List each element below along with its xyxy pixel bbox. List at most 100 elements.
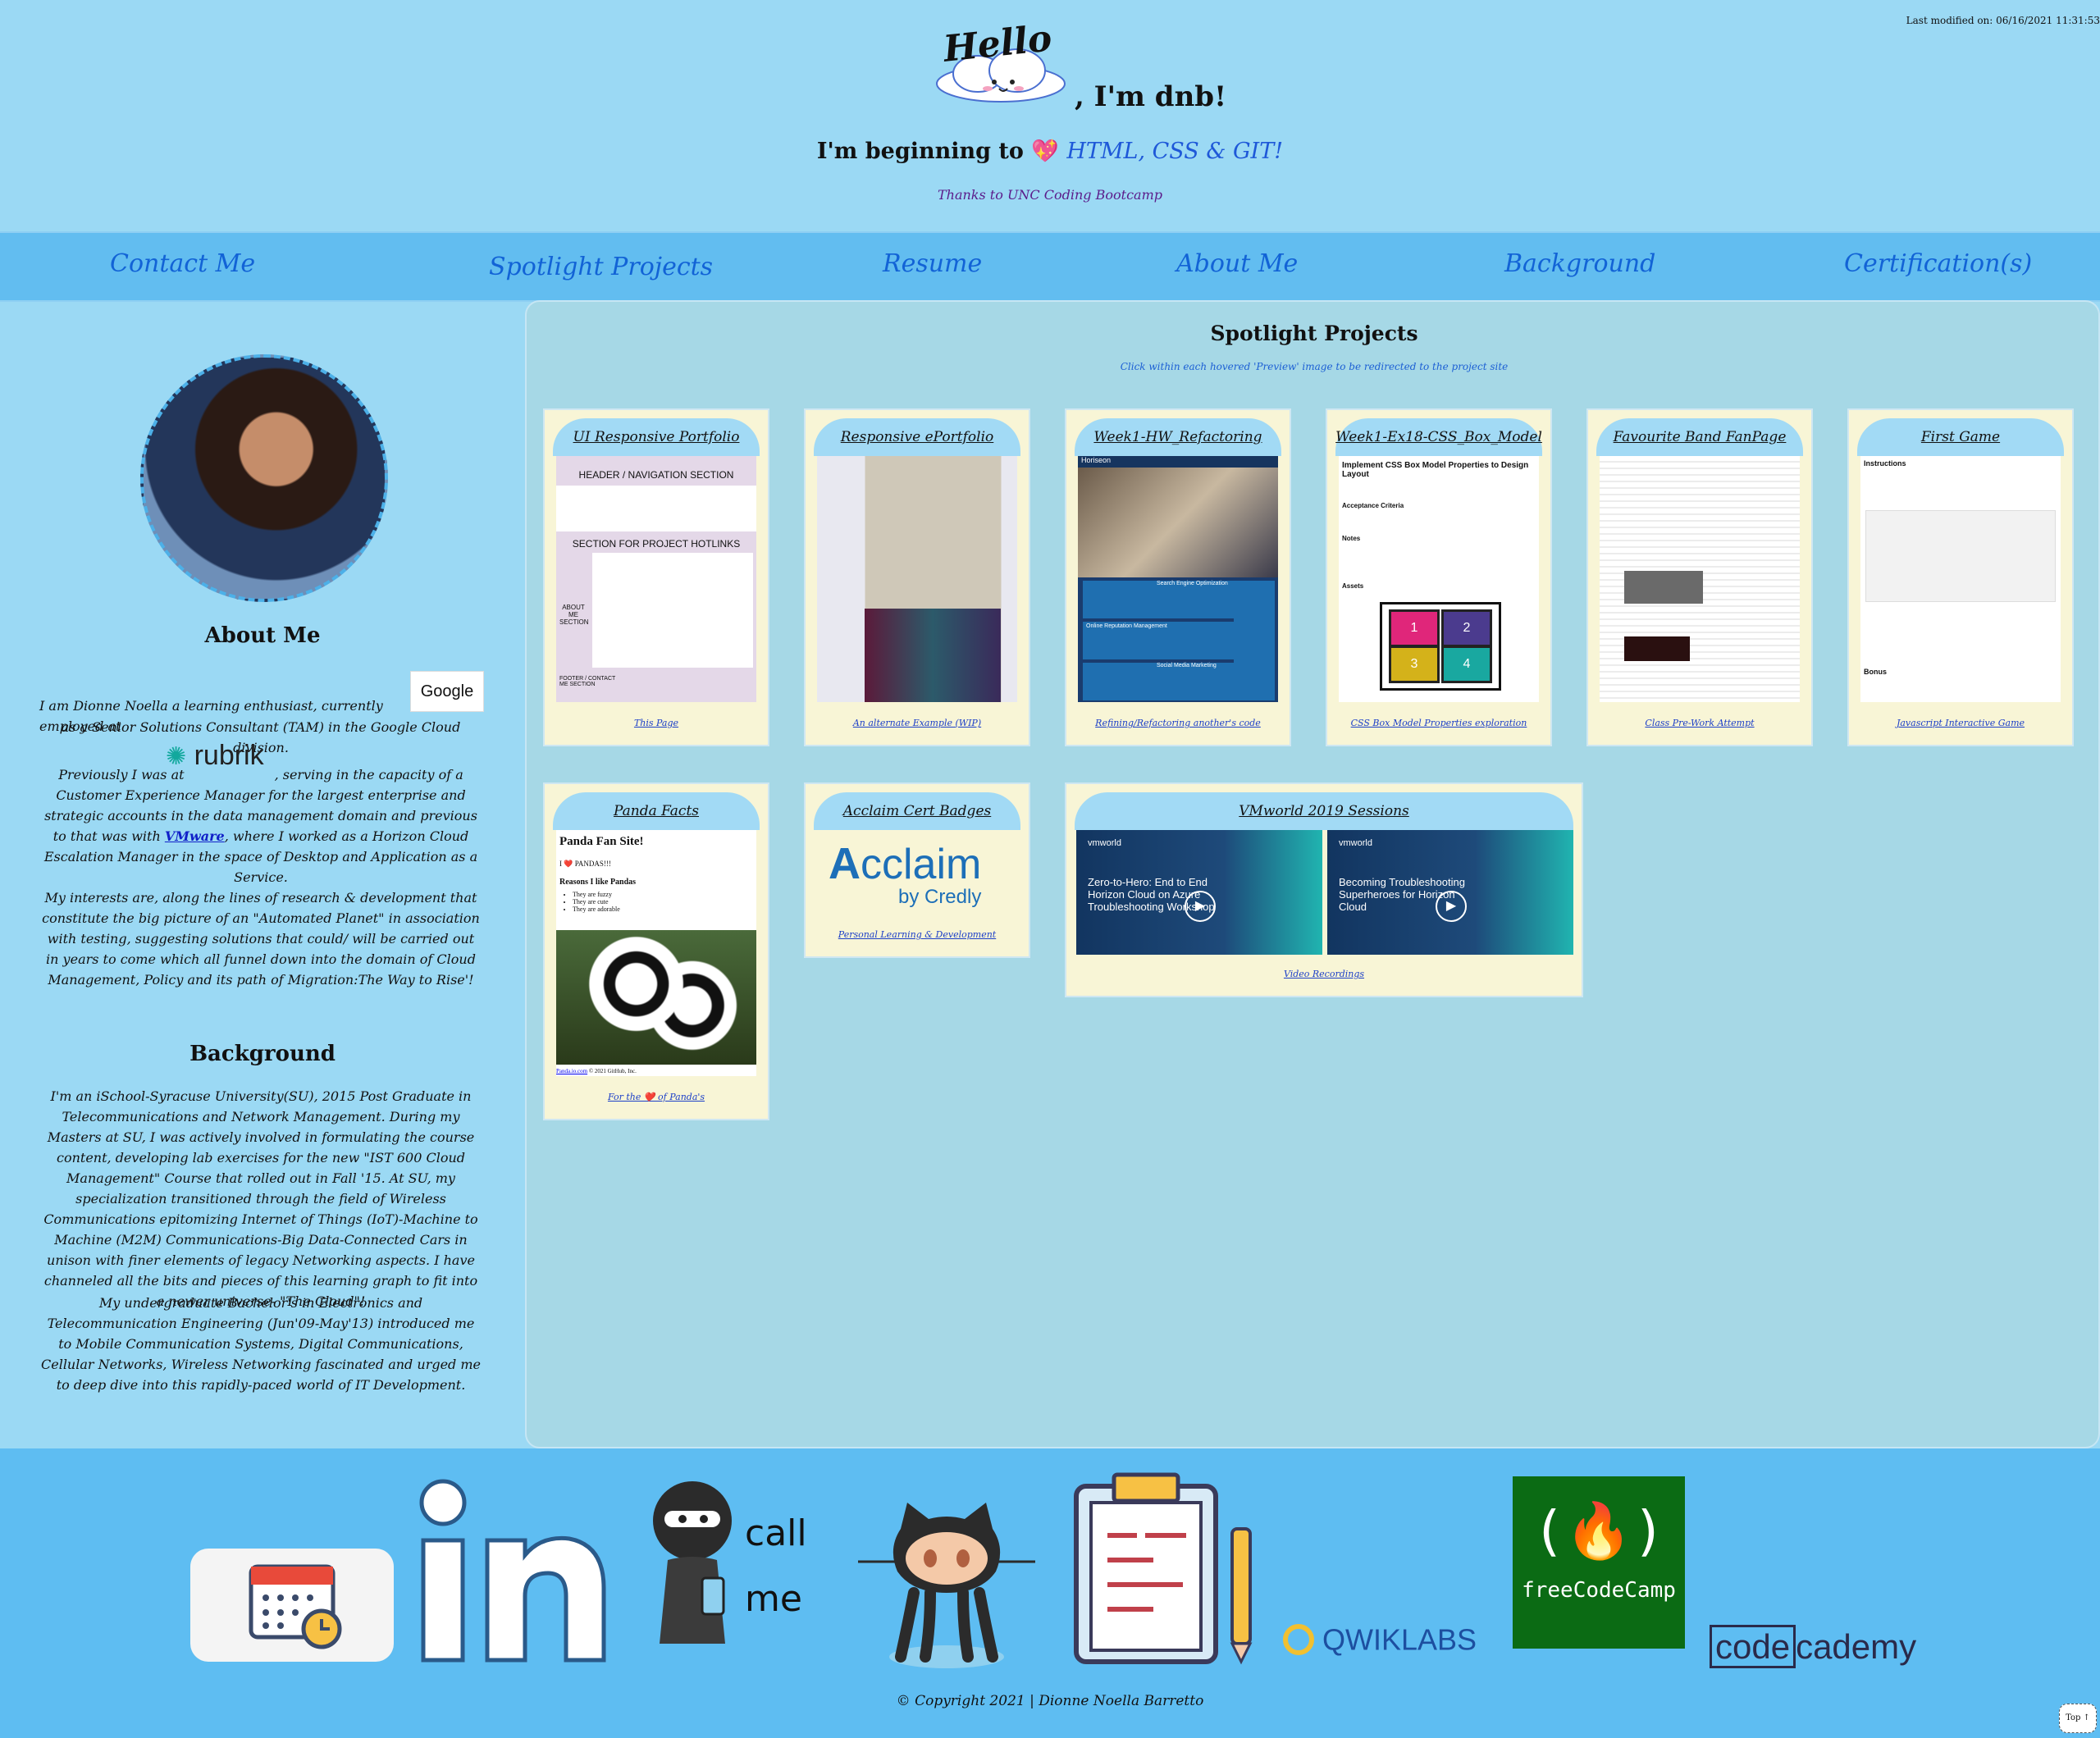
tagline: I'm beginning to 💖 HTML, CSS & GIT!: [0, 138, 2100, 164]
nav-certifications[interactable]: Certification(s): [1844, 249, 2032, 278]
acclaim-logo[interactable]: Acclaim by Credly: [829, 838, 982, 908]
project-card-title[interactable]: Week1-Ex18-CSS_Box_Model: [1335, 418, 1542, 456]
freecodecamp-logo[interactable]: (🔥) freeCodeCamp: [1513, 1476, 1685, 1649]
play-icon[interactable]: ▶: [1436, 891, 1467, 922]
nav-resume[interactable]: Resume: [883, 249, 982, 278]
github-octocat-icon[interactable]: [850, 1496, 1043, 1670]
project-card-title[interactable]: VMworld 2019 Sessions: [1075, 792, 1573, 830]
project-card-link[interactable]: CSS Box Model Properties exploration: [1327, 718, 1550, 728]
wireframe-about-label: ABOUT ME SECTION: [559, 604, 589, 626]
horiseon-label: Horiseon: [1078, 456, 1278, 468]
codecademy-logo[interactable]: code cademy: [1710, 1625, 1916, 1668]
background-paragraph-2: My undergraduate Bachelor's in Electroni…: [40, 1295, 482, 1393]
project-card-title[interactable]: UI Responsive Portfolio: [553, 418, 760, 456]
project-card-link[interactable]: Personal Learning & Development: [806, 929, 1029, 940]
panda-footer-link[interactable]: Panda.io.com: [556, 1068, 587, 1074]
video-preview-1[interactable]: vmworld Zero-to-Hero: End to End Horizon…: [1076, 830, 1322, 955]
project-card[interactable]: Panda Facts Panda Fan Site! I ❤️ PANDAS!…: [543, 782, 769, 1120]
project-preview[interactable]: [1600, 456, 1800, 702]
call-me-ninja-icon[interactable]: call me: [635, 1463, 829, 1668]
list-item: They are fuzzy: [573, 891, 620, 898]
panda-reasons-heading: Reasons I like Pandas: [559, 878, 637, 887]
project-card[interactable]: Favourite Band FanPage Class Pre-Work At…: [1586, 408, 1813, 746]
codecademy-text-a: code: [1710, 1625, 1796, 1668]
tagline-start: I'm beginning to: [816, 139, 1024, 164]
project-card-link[interactable]: Refining/Refactoring another's code: [1066, 718, 1290, 728]
calendar-icon[interactable]: [190, 1549, 394, 1662]
box-2: 2: [1441, 609, 1492, 647]
smm-block: Social Media Marketing: [1083, 663, 1237, 700]
project-card-title[interactable]: Week1-HW_Refactoring Code: [1075, 418, 1281, 483]
project-card[interactable]: Week1-HW_Refactoring Code Horiseon Searc…: [1065, 408, 1291, 746]
sidebar: About Me Google I am Dionne Noella a lea…: [0, 300, 525, 1448]
orm-block: Online Reputation Management: [1083, 622, 1237, 659]
project-card-link[interactable]: Class Pre-Work Attempt: [1588, 718, 1811, 728]
nav-about-me[interactable]: About Me: [1176, 249, 1298, 278]
acclaim-text: cclaim: [861, 841, 982, 888]
project-card-link[interactable]: An alternate Example (WIP): [806, 718, 1029, 728]
project-preview[interactable]: Panda Fan Site! I ❤️ PANDAS!!! Reasons I…: [556, 830, 756, 1076]
project-card-link[interactable]: This Page: [545, 718, 768, 728]
acclaim-a: A: [829, 839, 861, 888]
about-title: About Me: [204, 623, 321, 648]
nav-spotlight-projects[interactable]: Spotlight Projects: [489, 253, 713, 281]
project-card[interactable]: Acclaim Cert Badges Acclaim by Credly Pe…: [804, 782, 1030, 958]
project-card[interactable]: UI Responsive Portfolio HEADER / NAVIGAT…: [543, 408, 769, 746]
project-card-link[interactable]: For the ❤️ of Panda's: [545, 1092, 768, 1102]
box-notes-label: Notes: [1342, 535, 1361, 542]
nav-background[interactable]: Background: [1504, 249, 1655, 278]
panda-love-text: I ❤️ PANDAS!!!: [559, 860, 611, 868]
project-card-title[interactable]: Panda Facts: [553, 792, 760, 830]
game-instructions-label: Instructions: [1864, 459, 1906, 468]
freecodecamp-fire-icon: (🔥): [1532, 1499, 1665, 1562]
project-card-title[interactable]: First Game: [1857, 418, 2064, 456]
freecodecamp-text: freeCodeCamp: [1522, 1578, 1676, 1603]
wireframe-projects-label: SECTION FOR PROJECT HOTLINKS: [572, 538, 741, 550]
resume-clipboard-icon[interactable]: [1071, 1470, 1265, 1667]
back-to-top-button[interactable]: Top ↑: [2059, 1704, 2097, 1733]
play-icon[interactable]: ▶: [1185, 891, 1216, 922]
box-4: 4: [1441, 645, 1492, 683]
project-card-link[interactable]: Video Recordings: [1066, 969, 1582, 979]
vmworld-logo: vmworld: [1088, 838, 1121, 848]
project-card[interactable]: First Game Instructions Bonus Javascript…: [1847, 408, 2074, 746]
project-card-link[interactable]: Javascript Interactive Game: [1849, 718, 2072, 728]
project-preview[interactable]: Instructions Bonus: [1860, 456, 2061, 702]
about-paragraph-3: My interests are, along the lines of res…: [42, 890, 480, 988]
project-card[interactable]: VMworld 2019 Sessions vmworld Zero-to-He…: [1065, 782, 1583, 997]
wireframe-footer-label: FOOTER / CONTACT ME SECTION: [559, 676, 616, 687]
google-logo: Google: [410, 671, 484, 712]
panda-photo: [556, 930, 756, 1065]
acclaim-by: by Credly: [897, 886, 982, 908]
background-paragraph-1: I'm an iSchool-Syracuse University(SU), …: [43, 1088, 478, 1309]
video-preview-2[interactable]: vmworld Becoming Troubleshooting Superhe…: [1327, 830, 1573, 955]
box-assets-label: Assets: [1342, 582, 1364, 590]
project-preview[interactable]: [817, 456, 1017, 702]
project-preview[interactable]: HEADER / NAVIGATION SECTION SECTION FOR …: [556, 456, 756, 702]
vmworld-logo: vmworld: [1339, 838, 1372, 848]
project-card-title[interactable]: Responsive ePortfolio: [814, 418, 1020, 456]
box-1: 1: [1389, 609, 1440, 647]
seo-block: Search Engine Optimization: [1083, 581, 1237, 618]
project-card[interactable]: Responsive ePortfolio An alternate Examp…: [804, 408, 1030, 746]
project-preview[interactable]: Implement CSS Box Model Properties to De…: [1339, 456, 1539, 702]
qwiklabs-text: QWIKLABS: [1322, 1622, 1477, 1657]
thanks-text: Thanks to UNC Coding Bootcamp: [937, 187, 1162, 203]
nav-contact-me[interactable]: Contact Me: [110, 249, 255, 278]
project-card[interactable]: Week1-Ex18-CSS_Box_Model Implement CSS B…: [1326, 408, 1552, 746]
project-preview[interactable]: Horiseon Search Engine Optimization Onli…: [1078, 456, 1278, 702]
qwiklabs-logo[interactable]: QWIKLABS: [1283, 1621, 1477, 1657]
list-item: They are cute: [573, 898, 620, 905]
last-modified-text: Last modified on: 06/16/2021 11:31:53: [1906, 15, 2100, 26]
panda-site-title: Panda Fan Site!: [559, 835, 644, 848]
linkedin-icon[interactable]: [418, 1473, 612, 1667]
qwiklabs-icon: [1283, 1624, 1314, 1656]
avatar: [140, 354, 388, 602]
box-3: 3: [1389, 645, 1440, 683]
vmware-link[interactable]: VMware: [165, 828, 225, 844]
project-card-title[interactable]: Acclaim Cert Badges: [814, 792, 1020, 830]
list-item: They are adorable: [573, 905, 620, 913]
panda-footer-text: © 2021 GitHub, Inc.: [588, 1068, 637, 1074]
project-card-title[interactable]: Favourite Band FanPage: [1596, 418, 1803, 456]
footer: call me QWIKLABS (🔥) freeCodeCamp code ca…: [0, 1448, 2100, 1738]
